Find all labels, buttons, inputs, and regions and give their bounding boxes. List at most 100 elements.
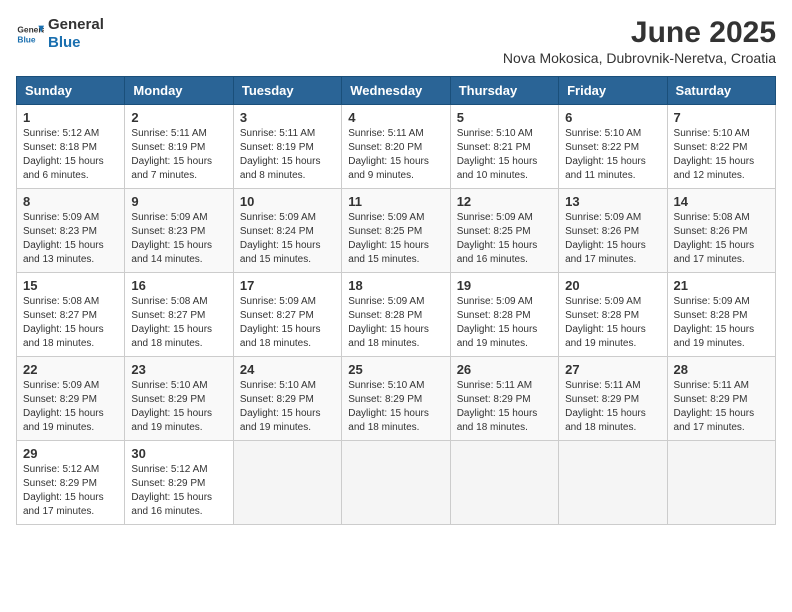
day-number: 14 [674,194,769,209]
day-info: Sunrise: 5:11 AMSunset: 8:19 PMDaylight:… [131,127,226,183]
day-number: 26 [457,362,552,377]
table-row: 17 Sunrise: 5:09 AMSunset: 8:27 PMDaylig… [233,273,341,357]
day-info: Sunrise: 5:10 AMSunset: 8:21 PMDaylight:… [457,127,552,183]
table-row: 24 Sunrise: 5:10 AMSunset: 8:29 PMDaylig… [233,357,341,441]
table-row: 30 Sunrise: 5:12 AMSunset: 8:29 PMDaylig… [125,441,233,525]
day-info: Sunrise: 5:09 AMSunset: 8:23 PMDaylight:… [131,211,226,267]
day-number: 22 [23,362,118,377]
logo-text: General Blue [48,16,104,52]
day-number: 5 [457,110,552,125]
table-row [667,441,775,525]
day-info: Sunrise: 5:08 AMSunset: 8:26 PMDaylight:… [674,211,769,267]
day-info: Sunrise: 5:10 AMSunset: 8:22 PMDaylight:… [674,127,769,183]
table-row: 15 Sunrise: 5:08 AMSunset: 8:27 PMDaylig… [17,273,125,357]
day-number: 28 [674,362,769,377]
day-number: 23 [131,362,226,377]
day-info: Sunrise: 5:11 AMSunset: 8:20 PMDaylight:… [348,127,443,183]
calendar-header-row: Sunday Monday Tuesday Wednesday Thursday… [17,77,776,105]
calendar-row: 22 Sunrise: 5:09 AMSunset: 8:29 PMDaylig… [17,357,776,441]
day-number: 20 [565,278,660,293]
day-number: 11 [348,194,443,209]
table-row: 27 Sunrise: 5:11 AMSunset: 8:29 PMDaylig… [559,357,667,441]
day-number: 13 [565,194,660,209]
table-row: 21 Sunrise: 5:09 AMSunset: 8:28 PMDaylig… [667,273,775,357]
col-thursday: Thursday [450,77,558,105]
day-info: Sunrise: 5:12 AMSunset: 8:29 PMDaylight:… [131,463,226,519]
day-info: Sunrise: 5:10 AMSunset: 8:29 PMDaylight:… [131,379,226,435]
col-sunday: Sunday [17,77,125,105]
day-info: Sunrise: 5:11 AMSunset: 8:29 PMDaylight:… [457,379,552,435]
table-row: 14 Sunrise: 5:08 AMSunset: 8:26 PMDaylig… [667,189,775,273]
table-row: 7 Sunrise: 5:10 AMSunset: 8:22 PMDayligh… [667,105,775,189]
table-row: 6 Sunrise: 5:10 AMSunset: 8:22 PMDayligh… [559,105,667,189]
day-info: Sunrise: 5:09 AMSunset: 8:23 PMDaylight:… [23,211,118,267]
table-row: 3 Sunrise: 5:11 AMSunset: 8:19 PMDayligh… [233,105,341,189]
table-row [233,441,341,525]
day-info: Sunrise: 5:11 AMSunset: 8:29 PMDaylight:… [565,379,660,435]
day-info: Sunrise: 5:09 AMSunset: 8:28 PMDaylight:… [457,295,552,351]
day-info: Sunrise: 5:10 AMSunset: 8:22 PMDaylight:… [565,127,660,183]
day-info: Sunrise: 5:08 AMSunset: 8:27 PMDaylight:… [23,295,118,351]
col-monday: Monday [125,77,233,105]
table-row: 11 Sunrise: 5:09 AMSunset: 8:25 PMDaylig… [342,189,450,273]
calendar-table: Sunday Monday Tuesday Wednesday Thursday… [16,76,776,525]
day-info: Sunrise: 5:09 AMSunset: 8:29 PMDaylight:… [23,379,118,435]
table-row [450,441,558,525]
day-number: 12 [457,194,552,209]
day-number: 1 [23,110,118,125]
col-friday: Friday [559,77,667,105]
table-row: 22 Sunrise: 5:09 AMSunset: 8:29 PMDaylig… [17,357,125,441]
title-area: June 2025 Nova Mokosica, Dubrovnik-Neret… [503,16,776,66]
day-info: Sunrise: 5:12 AMSunset: 8:18 PMDaylight:… [23,127,118,183]
day-number: 10 [240,194,335,209]
day-info: Sunrise: 5:09 AMSunset: 8:25 PMDaylight:… [348,211,443,267]
day-info: Sunrise: 5:09 AMSunset: 8:28 PMDaylight:… [348,295,443,351]
day-number: 6 [565,110,660,125]
calendar-row: 1 Sunrise: 5:12 AMSunset: 8:18 PMDayligh… [17,105,776,189]
day-info: Sunrise: 5:09 AMSunset: 8:27 PMDaylight:… [240,295,335,351]
day-number: 29 [23,446,118,461]
day-number: 21 [674,278,769,293]
table-row: 28 Sunrise: 5:11 AMSunset: 8:29 PMDaylig… [667,357,775,441]
day-number: 2 [131,110,226,125]
table-row: 13 Sunrise: 5:09 AMSunset: 8:26 PMDaylig… [559,189,667,273]
day-info: Sunrise: 5:11 AMSunset: 8:19 PMDaylight:… [240,127,335,183]
table-row [342,441,450,525]
day-number: 18 [348,278,443,293]
day-info: Sunrise: 5:10 AMSunset: 8:29 PMDaylight:… [240,379,335,435]
day-number: 24 [240,362,335,377]
table-row: 2 Sunrise: 5:11 AMSunset: 8:19 PMDayligh… [125,105,233,189]
day-number: 17 [240,278,335,293]
calendar-row: 29 Sunrise: 5:12 AMSunset: 8:29 PMDaylig… [17,441,776,525]
day-number: 8 [23,194,118,209]
table-row: 9 Sunrise: 5:09 AMSunset: 8:23 PMDayligh… [125,189,233,273]
calendar-row: 8 Sunrise: 5:09 AMSunset: 8:23 PMDayligh… [17,189,776,273]
day-number: 7 [674,110,769,125]
table-row: 4 Sunrise: 5:11 AMSunset: 8:20 PMDayligh… [342,105,450,189]
day-info: Sunrise: 5:09 AMSunset: 8:25 PMDaylight:… [457,211,552,267]
table-row: 10 Sunrise: 5:09 AMSunset: 8:24 PMDaylig… [233,189,341,273]
day-info: Sunrise: 5:09 AMSunset: 8:28 PMDaylight:… [565,295,660,351]
table-row: 29 Sunrise: 5:12 AMSunset: 8:29 PMDaylig… [17,441,125,525]
location-title: Nova Mokosica, Dubrovnik-Neretva, Croati… [503,50,776,66]
table-row [559,441,667,525]
table-row: 18 Sunrise: 5:09 AMSunset: 8:28 PMDaylig… [342,273,450,357]
day-number: 4 [348,110,443,125]
day-info: Sunrise: 5:11 AMSunset: 8:29 PMDaylight:… [674,379,769,435]
col-tuesday: Tuesday [233,77,341,105]
logo: General Blue General Blue [16,16,104,52]
table-row: 26 Sunrise: 5:11 AMSunset: 8:29 PMDaylig… [450,357,558,441]
svg-text:Blue: Blue [17,34,35,44]
day-info: Sunrise: 5:09 AMSunset: 8:26 PMDaylight:… [565,211,660,267]
day-number: 25 [348,362,443,377]
table-row: 25 Sunrise: 5:10 AMSunset: 8:29 PMDaylig… [342,357,450,441]
calendar-row: 15 Sunrise: 5:08 AMSunset: 8:27 PMDaylig… [17,273,776,357]
col-wednesday: Wednesday [342,77,450,105]
col-saturday: Saturday [667,77,775,105]
day-number: 9 [131,194,226,209]
day-number: 15 [23,278,118,293]
table-row: 5 Sunrise: 5:10 AMSunset: 8:21 PMDayligh… [450,105,558,189]
day-number: 16 [131,278,226,293]
day-number: 27 [565,362,660,377]
day-info: Sunrise: 5:10 AMSunset: 8:29 PMDaylight:… [348,379,443,435]
